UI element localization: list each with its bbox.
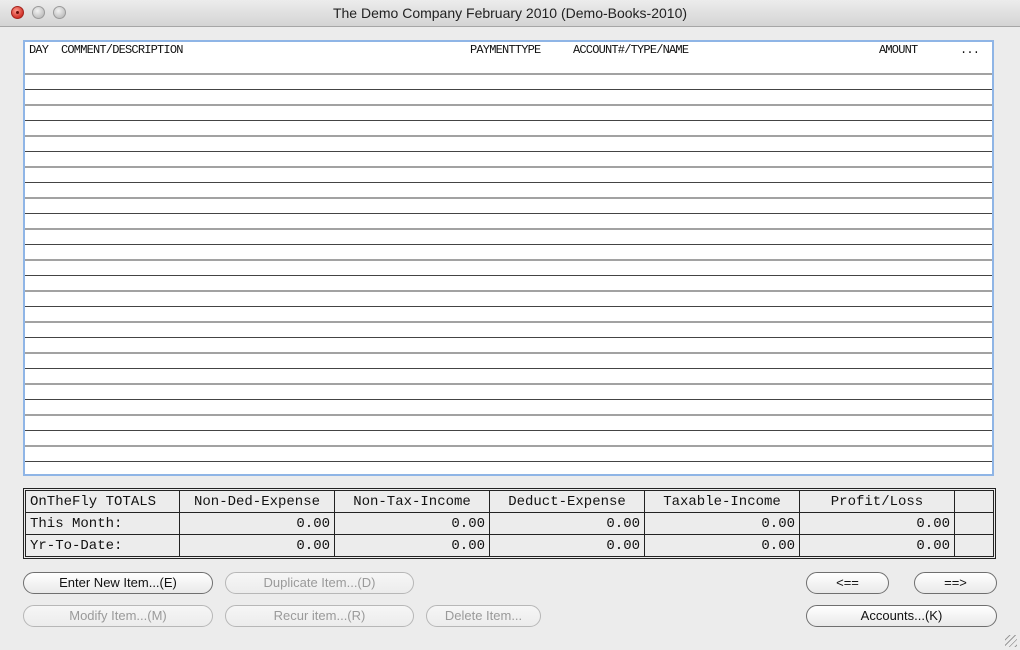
totals-header-row: OnTheFly TOTALS Non-Ded-Expense Non-Tax-… [26, 491, 993, 513]
totals-value: 0.00 [490, 535, 645, 556]
totals-corner-label: OnTheFly TOTALS [26, 491, 180, 513]
totals-col-header: Taxable-Income [645, 491, 800, 513]
totals-col-header: Non-Tax-Income [335, 491, 490, 513]
window-title: The Demo Company February 2010 (Demo-Boo… [332, 5, 688, 21]
totals-empty-cell [955, 513, 993, 535]
header-more[interactable]: ... [960, 43, 980, 57]
list-header: DAY COMMENT/DESCRIPTION PAYMENTTYPE ACCO… [25, 42, 992, 59]
totals-row-label: This Month: [26, 513, 180, 535]
totals-col-header: Deduct-Expense [490, 491, 645, 513]
modify-item-button[interactable]: Modify Item...(M) [23, 605, 213, 627]
totals-col-header: Profit/Loss [800, 491, 955, 513]
duplicate-item-button[interactable]: Duplicate Item...(D) [225, 572, 414, 594]
totals-row-year-to-date: Yr-To-Date: 0.00 0.00 0.00 0.00 0.00 [26, 535, 993, 556]
previous-month-button[interactable]: <== [806, 572, 889, 594]
header-account: ACCOUNT#/TYPE/NAME [573, 43, 689, 57]
totals-row-label: Yr-To-Date: [26, 535, 180, 556]
totals-empty-cell [955, 535, 993, 556]
totals-row-this-month: This Month: 0.00 0.00 0.00 0.00 0.00 [26, 513, 993, 535]
title-bar: The Demo Company February 2010 (Demo-Boo… [0, 0, 1020, 27]
next-month-button[interactable]: ==> [914, 572, 997, 594]
totals-value: 0.00 [645, 535, 800, 556]
totals-value: 0.00 [335, 535, 490, 556]
totals-value: 0.00 [800, 513, 955, 535]
list-rows[interactable] [25, 59, 992, 474]
totals-empty-cell [955, 491, 993, 513]
totals-value: 0.00 [180, 513, 335, 535]
resize-grip-icon[interactable] [1005, 635, 1017, 647]
delete-item-button[interactable]: Delete Item... [426, 605, 541, 627]
totals-value: 0.00 [335, 513, 490, 535]
totals-value: 0.00 [800, 535, 955, 556]
accounts-button[interactable]: Accounts...(K) [806, 605, 997, 627]
header-day: DAY [29, 43, 49, 57]
totals-col-header: Non-Ded-Expense [180, 491, 335, 513]
enter-new-item-button[interactable]: Enter New Item...(E) [23, 572, 213, 594]
header-amount: AMOUNT [879, 43, 918, 57]
totals-table: OnTheFly TOTALS Non-Ded-Expense Non-Tax-… [23, 488, 996, 559]
recur-item-button[interactable]: Recur item...(R) [225, 605, 414, 627]
totals-value: 0.00 [180, 535, 335, 556]
totals-value: 0.00 [645, 513, 800, 535]
transaction-list[interactable]: DAY COMMENT/DESCRIPTION PAYMENTTYPE ACCO… [23, 40, 994, 476]
totals-value: 0.00 [490, 513, 645, 535]
header-payment-type: PAYMENTTYPE [470, 43, 541, 57]
header-description: COMMENT/DESCRIPTION [61, 43, 183, 57]
